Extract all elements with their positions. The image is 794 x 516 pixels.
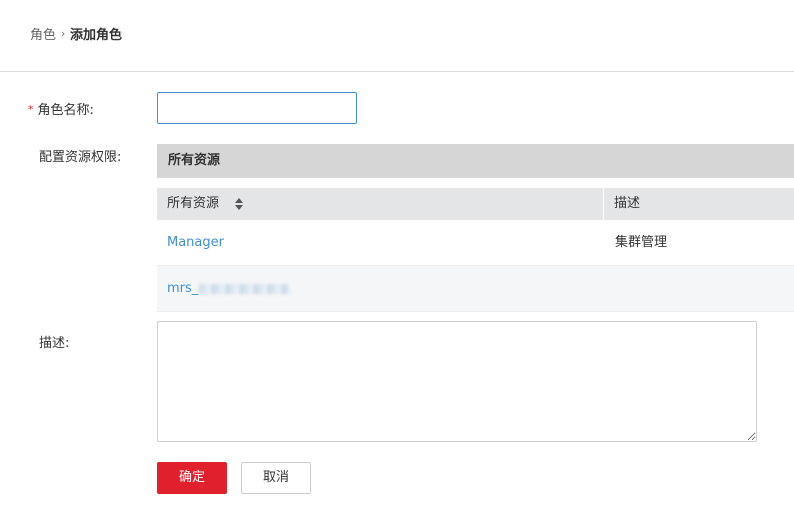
cancel-button[interactable]: 取消	[241, 462, 311, 494]
resource-panel-title: 所有资源	[157, 144, 794, 178]
resource-link-mrs-label: mrs_	[167, 281, 199, 296]
description-label: 描述:	[39, 336, 70, 351]
role-name-label-group: * 角色名称:	[28, 99, 94, 118]
add-role-page: 角色 › 添加角色 * 角色名称: 配置资源权限: 所有资源 所有资源 描述 Ma…	[0, 0, 794, 516]
breadcrumb-current: 添加角色	[70, 27, 123, 43]
resource-link-mrs[interactable]: mrs_	[167, 281, 290, 296]
resource-link-manager[interactable]: Manager	[167, 235, 224, 250]
description-textarea[interactable]	[157, 321, 757, 442]
table-row: mrs_	[157, 266, 794, 312]
resource-cell: Manager	[157, 220, 604, 265]
confirm-button[interactable]: 确定	[157, 462, 227, 494]
role-name-input[interactable]	[157, 92, 357, 124]
resource-cell: mrs_	[157, 266, 604, 311]
chevron-right-icon: ›	[60, 26, 66, 40]
column-header-description: 描述	[614, 196, 641, 211]
sort-icon[interactable]	[235, 197, 245, 211]
column-header-resource-label: 所有资源	[167, 196, 220, 211]
breadcrumb: 角色 › 添加角色	[30, 24, 123, 43]
required-mark: *	[28, 103, 34, 116]
column-header-resource: 所有资源	[157, 188, 604, 220]
table-row: Manager 集群管理	[157, 220, 794, 266]
header-divider	[0, 71, 794, 72]
redacted-text	[199, 283, 290, 294]
description-cell	[604, 266, 794, 311]
table-header: 所有资源 描述	[157, 188, 794, 220]
resource-table: 所有资源 描述 Manager 集群管理 mrs_	[157, 188, 794, 312]
breadcrumb-role[interactable]: 角色	[30, 24, 56, 43]
permissions-label: 配置资源权限:	[39, 150, 122, 165]
description-cell: 集群管理	[615, 235, 668, 250]
role-name-label: 角色名称:	[37, 103, 94, 118]
